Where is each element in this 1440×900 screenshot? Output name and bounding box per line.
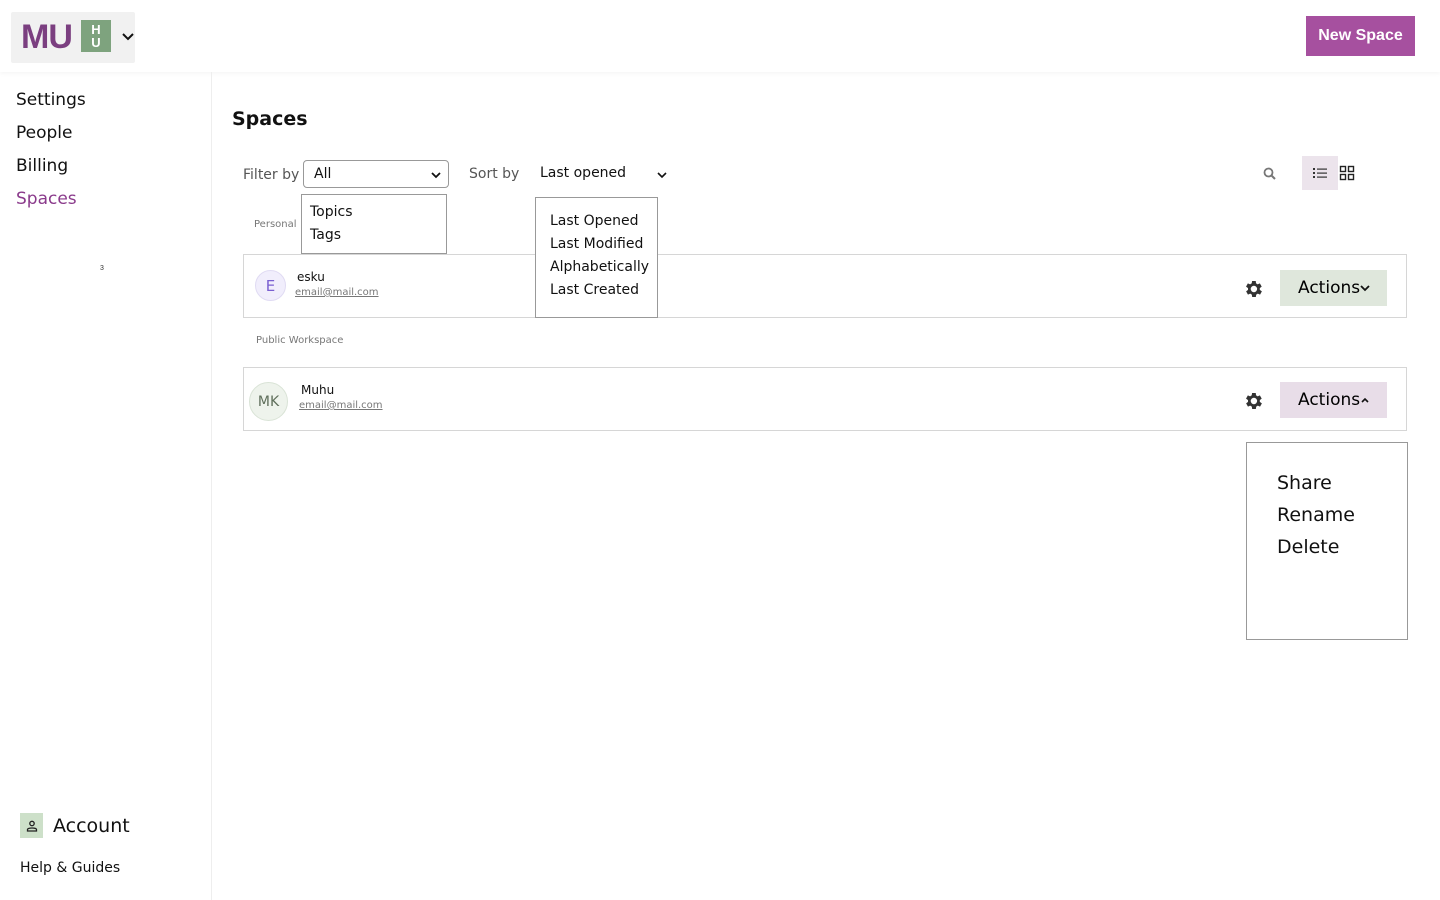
sort-label: Sort by (469, 166, 520, 182)
workspace-switcher[interactable]: MU H U (11, 12, 135, 63)
filter-option-tags[interactable]: Tags (310, 224, 438, 247)
actions-menu-share[interactable]: Share (1277, 471, 1407, 503)
filter-selected-value: All (314, 166, 332, 182)
actions-dropdown-menu: Share Rename Delete (1246, 442, 1408, 640)
page-title: Spaces (232, 108, 308, 130)
user-icon (20, 813, 43, 838)
sidebar: Settings People Billing Spaces 3 Account… (0, 72, 212, 900)
sort-select[interactable]: Last opened (540, 165, 670, 185)
actions-label: Actions (1298, 278, 1361, 298)
filter-label: Filter by (243, 167, 300, 183)
new-space-button[interactable]: New Space (1306, 16, 1415, 56)
logo-box-bottom: U (91, 35, 101, 50)
filter-dropdown-menu: Topics Tags (301, 194, 447, 254)
chevron-down-icon (657, 172, 667, 179)
section-label-personal: Personal (254, 219, 297, 230)
chevron-down-icon (122, 33, 134, 41)
help-guides-link[interactable]: Help & Guides (20, 860, 120, 876)
actions-button[interactable]: Actions (1280, 382, 1387, 418)
list-view-button[interactable] (1302, 156, 1338, 190)
chevron-down-icon (431, 172, 441, 179)
space-name: esku (297, 270, 325, 284)
account-link[interactable]: Account (20, 813, 130, 838)
sort-option-alphabetically[interactable]: Alphabetically (550, 256, 657, 279)
chevron-up-icon (1361, 397, 1369, 403)
space-email-link[interactable]: email@mail.com (295, 287, 379, 298)
filter-option-topics[interactable]: Topics (310, 201, 438, 224)
space-card[interactable]: E esku email@mail.com Actions (243, 254, 1407, 318)
sort-option-last-modified[interactable]: Last Modified (550, 233, 657, 256)
tiny-mark: 3 (100, 265, 104, 272)
sidebar-item-settings[interactable]: Settings (16, 90, 86, 110)
logo-box: H U (81, 20, 111, 52)
grid-view-icon[interactable] (1339, 165, 1355, 181)
gear-icon[interactable] (1242, 390, 1264, 412)
avatar: E (255, 270, 286, 301)
actions-button[interactable]: Actions (1280, 270, 1387, 306)
sort-selected-value: Last opened (540, 165, 627, 181)
sidebar-item-billing[interactable]: Billing (16, 156, 68, 176)
account-label: Account (53, 814, 130, 837)
search-icon[interactable] (1262, 166, 1278, 182)
actions-label: Actions (1298, 390, 1361, 410)
top-header: MU H U New Space (0, 0, 1440, 72)
sort-option-last-opened[interactable]: Last Opened (550, 210, 657, 233)
chevron-down-icon (1360, 285, 1370, 292)
sort-dropdown-menu: Last Opened Last Modified Alphabetically… (535, 197, 658, 318)
gear-icon[interactable] (1242, 278, 1264, 300)
logo-text: MU (21, 18, 73, 56)
sort-option-last-created[interactable]: Last Created (550, 279, 657, 302)
actions-menu-delete[interactable]: Delete (1277, 535, 1407, 567)
avatar: MK (249, 382, 288, 421)
space-name: Muhu (301, 383, 335, 397)
actions-menu-rename[interactable]: Rename (1277, 503, 1407, 535)
sidebar-item-people[interactable]: People (16, 123, 72, 143)
list-view-icon (1313, 168, 1327, 178)
space-card[interactable]: MK Muhu email@mail.com Actions (243, 367, 1407, 431)
sidebar-item-spaces[interactable]: Spaces (16, 189, 77, 209)
space-email-link[interactable]: email@mail.com (299, 400, 383, 411)
filter-select[interactable]: All (303, 160, 449, 188)
section-label-public-workspace: Public Workspace (256, 335, 344, 346)
